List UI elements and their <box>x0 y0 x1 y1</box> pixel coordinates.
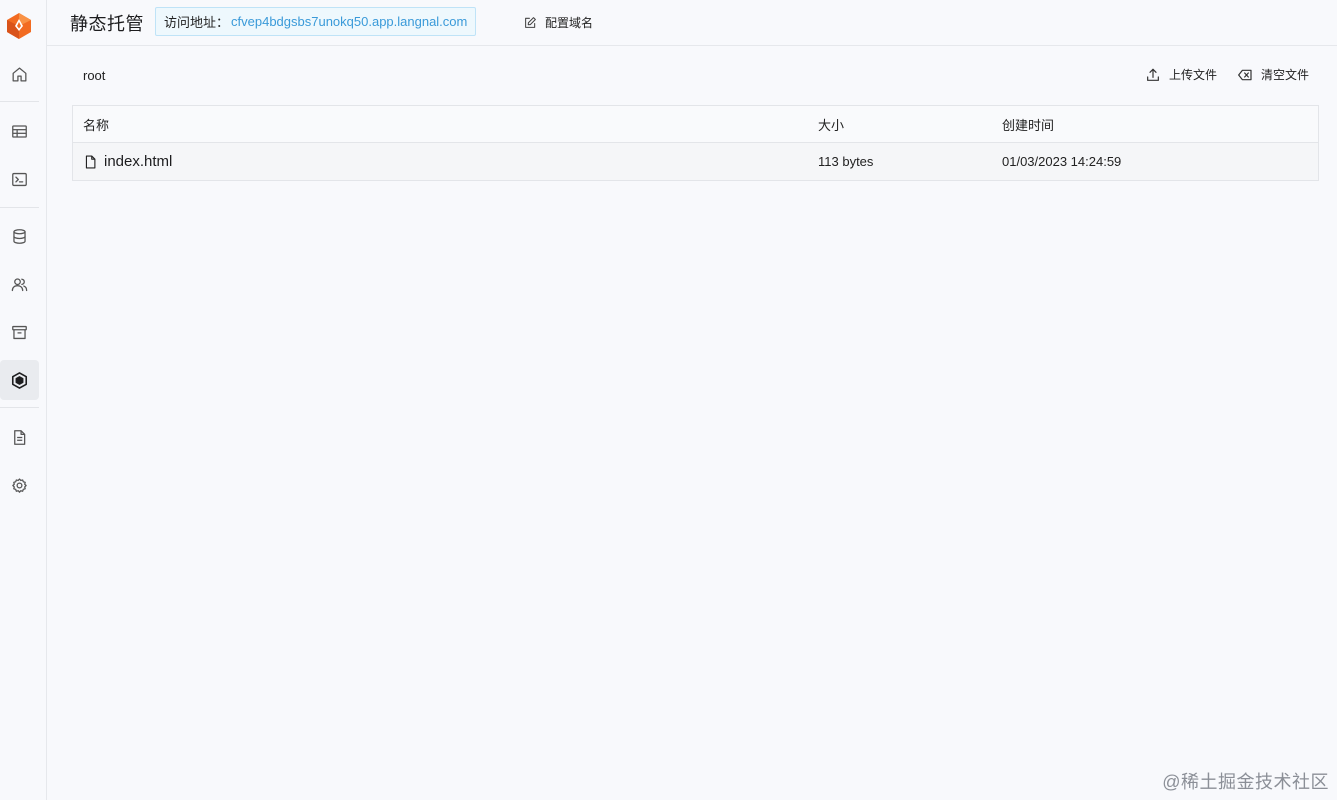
table-header: 名称 大小 创建时间 <box>73 106 1318 143</box>
sidebar-item-static-hosting[interactable] <box>0 360 39 400</box>
gear-icon <box>12 477 27 493</box>
document-icon <box>14 429 26 445</box>
archive-icon <box>12 325 27 339</box>
laf-logo-icon[interactable] <box>6 12 32 40</box>
backspace-icon <box>1238 69 1252 80</box>
file-icon <box>85 155 96 168</box>
clear-files-button[interactable]: 清空文件 <box>1237 66 1309 83</box>
database-icon <box>13 228 26 244</box>
file-table: 名称 大小 创建时间 index.html 113 bytes 01/03/20… <box>72 105 1319 181</box>
configure-domain-button[interactable]: 配置域名 <box>523 14 593 31</box>
sidebar-divider <box>0 407 39 408</box>
clear-files-label: 清空文件 <box>1260 68 1309 82</box>
column-header-name[interactable]: 名称 <box>83 106 109 143</box>
access-url-link[interactable]: cfvep4bdgsbs7unokq50.app.langnal.com <box>231 14 467 29</box>
sidebar-item-users[interactable] <box>0 264 39 304</box>
users-icon <box>11 277 28 291</box>
sidebar <box>0 0 47 800</box>
upload-file-button[interactable]: 上传文件 <box>1145 66 1217 83</box>
hexagon-box-icon <box>11 371 28 389</box>
sidebar-item-logs[interactable] <box>0 417 39 457</box>
access-url-label: 访问地址： <box>164 15 230 30</box>
sidebar-item-database-table[interactable] <box>0 111 39 151</box>
home-icon <box>12 67 27 81</box>
file-name-cell[interactable]: index.html <box>83 143 172 180</box>
header: 静态托管 访问地址： cfvep4bdgsbs7unokq50.app.lang… <box>47 0 1337 46</box>
table-row[interactable]: index.html 113 bytes 01/03/2023 14:24:59 <box>73 143 1318 180</box>
file-toolbar: 上传文件 清空文件 <box>1125 66 1309 83</box>
table-icon <box>12 124 27 138</box>
configure-domain-label: 配置域名 <box>545 16 594 30</box>
file-created-time: 01/03/2023 14:24:59 <box>1002 154 1122 169</box>
sidebar-item-home[interactable] <box>0 54 39 94</box>
terminal-icon <box>12 172 27 186</box>
breadcrumb[interactable]: root <box>83 68 105 83</box>
page-title: 静态托管 <box>70 14 144 34</box>
edit-icon <box>525 16 536 28</box>
upload-icon <box>1147 68 1159 81</box>
access-url-box[interactable]: 访问地址： cfvep4bdgsbs7unokq50.app.langnal.c… <box>155 7 477 36</box>
file-name[interactable]: index.html <box>104 153 172 170</box>
sidebar-item-archive[interactable] <box>0 312 39 352</box>
sidebar-item-terminal[interactable] <box>0 159 39 199</box>
watermark: @稀土掘金技术社区 <box>1162 772 1329 792</box>
upload-file-label: 上传文件 <box>1168 68 1217 82</box>
column-header-size[interactable]: 大小 <box>818 106 844 143</box>
sidebar-item-database[interactable] <box>0 216 39 256</box>
file-size: 113 bytes <box>818 154 874 169</box>
sidebar-item-settings[interactable] <box>0 465 39 505</box>
sidebar-divider <box>0 101 39 102</box>
sidebar-divider <box>0 207 39 208</box>
column-header-created[interactable]: 创建时间 <box>1002 106 1054 143</box>
